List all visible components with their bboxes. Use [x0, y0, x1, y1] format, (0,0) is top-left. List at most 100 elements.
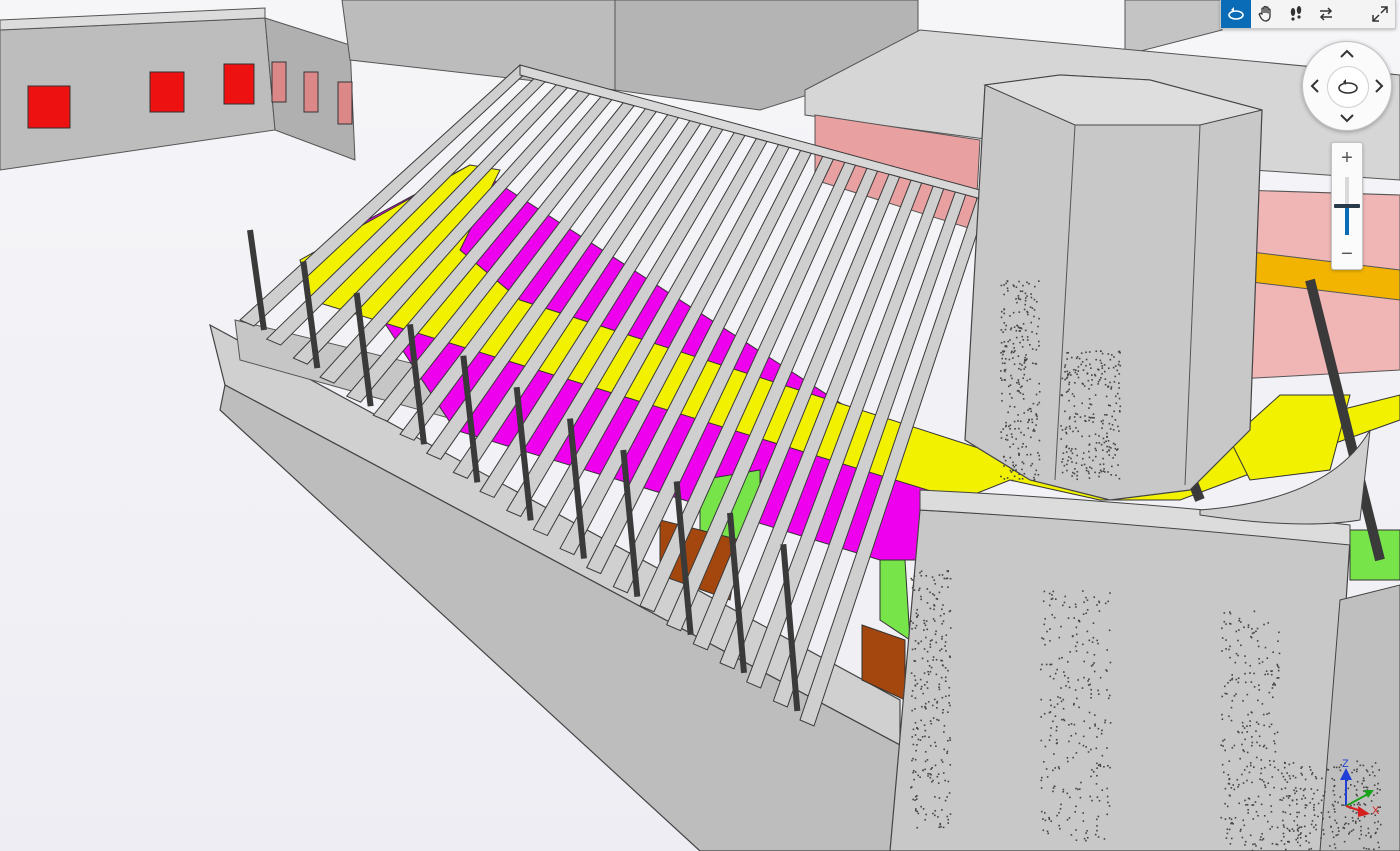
point-cloud-dot: [1230, 837, 1233, 840]
point-cloud-dot: [1066, 358, 1068, 360]
point-cloud-dot: [1243, 626, 1245, 629]
point-cloud-dot: [1001, 379, 1003, 381]
point-cloud-dot: [1220, 816, 1223, 819]
point-cloud-dot: [1225, 648, 1227, 650]
point-cloud-dot: [1067, 390, 1069, 392]
point-cloud-dot: [1241, 836, 1244, 839]
point-cloud-dot: [1075, 650, 1078, 652]
point-cloud-dot: [1102, 463, 1105, 465]
point-cloud-dot: [1226, 828, 1229, 831]
point-cloud-dot: [1315, 828, 1317, 831]
point-cloud-dot: [1085, 351, 1087, 354]
point-cloud-dot: [1075, 752, 1078, 754]
walk-tool-button[interactable]: [1281, 0, 1311, 28]
nav-arrow-up-icon[interactable]: [1336, 43, 1358, 65]
point-cloud-dot: [1320, 799, 1323, 802]
point-cloud-dot: [1114, 395, 1117, 398]
octagonal-column[interactable]: [964, 74, 1263, 501]
point-cloud-dot: [1097, 689, 1099, 692]
point-cloud-dot: [1251, 781, 1253, 784]
3d-viewer[interactable]: + − Z X: [0, 0, 1400, 851]
point-cloud-dot: [1330, 826, 1332, 828]
nav-center-orbit[interactable]: [1327, 66, 1369, 108]
point-cloud-dot: [1087, 684, 1090, 686]
point-cloud-dot: [1229, 622, 1231, 625]
point-cloud-dot: [1093, 417, 1095, 419]
zoom-in-button[interactable]: +: [1332, 145, 1362, 171]
nav-arrow-down-icon[interactable]: [1336, 107, 1358, 129]
point-cloud-dot: [1071, 461, 1073, 463]
point-cloud-dot: [1114, 447, 1117, 450]
point-cloud-dot: [914, 648, 917, 650]
fullscreen-button[interactable]: [1365, 0, 1395, 28]
point-cloud-dot: [1007, 411, 1009, 414]
point-cloud-dot: [917, 642, 920, 644]
point-cloud-dot: [1241, 721, 1244, 724]
point-cloud-dot: [1253, 686, 1256, 688]
point-cloud-dot: [938, 591, 941, 594]
point-cloud-dot: [1095, 442, 1098, 444]
pan-tool-button[interactable]: [1251, 0, 1281, 28]
point-cloud-dot: [1042, 829, 1045, 832]
window-5: [303, 71, 319, 113]
pipe-green-2[interactable]: [879, 559, 911, 641]
nav-arrow-left-icon[interactable]: [1304, 75, 1326, 97]
model-viewport[interactable]: [0, 0, 1400, 851]
point-cloud-dot: [915, 749, 917, 752]
point-cloud-dot: [1030, 321, 1033, 324]
point-cloud-dot: [1062, 698, 1065, 701]
point-cloud-dot: [914, 771, 917, 773]
point-cloud-dot: [1069, 427, 1071, 430]
point-cloud-dot: [1098, 799, 1101, 802]
point-cloud-dot: [1027, 409, 1029, 411]
point-cloud-dot: [1296, 815, 1298, 818]
point-cloud-dot: [929, 591, 931, 594]
point-cloud-dot: [1073, 416, 1076, 418]
point-cloud-dot: [1065, 446, 1068, 449]
point-cloud-dot: [1091, 769, 1093, 771]
zoom-slider-handle[interactable]: [1334, 204, 1360, 208]
point-cloud-dot: [1033, 428, 1035, 431]
point-cloud-dot: [938, 826, 941, 829]
point-cloud-dot: [927, 670, 929, 673]
point-cloud-dot: [1309, 832, 1311, 835]
point-cloud-dot: [1299, 826, 1301, 829]
point-cloud-dot: [1025, 445, 1028, 448]
point-cloud-dot: [912, 728, 915, 731]
point-cloud-dot: [1101, 372, 1103, 375]
point-cloud-dot: [1003, 322, 1006, 324]
point-cloud-dot: [1026, 281, 1028, 284]
point-cloud-dot: [1288, 795, 1290, 797]
point-cloud-dot: [1040, 779, 1043, 782]
point-cloud-dot: [938, 686, 940, 689]
point-cloud-dot: [1069, 416, 1071, 418]
point-cloud-dot: [1044, 618, 1047, 620]
orbit-tool-button[interactable]: [1221, 0, 1251, 28]
point-cloud-dot: [1040, 668, 1042, 671]
point-cloud-dot: [1017, 295, 1020, 297]
point-cloud-dot: [1094, 723, 1096, 726]
point-cloud-dot: [918, 589, 920, 592]
point-cloud-dot: [1309, 769, 1312, 771]
nav-arrow-right-icon[interactable]: [1368, 75, 1390, 97]
point-cloud-dot: [1008, 385, 1010, 388]
point-cloud-dot: [1067, 680, 1070, 683]
curved-wall-front[interactable]: [889, 509, 1351, 851]
zoom-slider-track[interactable]: [1334, 177, 1360, 235]
point-cloud-dot: [1002, 350, 1004, 352]
point-cloud-dot: [1098, 601, 1101, 604]
point-cloud-dot: [1000, 475, 1002, 478]
point-cloud-dot: [1090, 748, 1092, 751]
point-cloud-dot: [945, 577, 948, 580]
point-cloud-dot: [1294, 787, 1297, 789]
point-cloud-dot: [1360, 829, 1362, 832]
point-cloud-dot: [1042, 638, 1045, 640]
zoom-out-button[interactable]: −: [1332, 241, 1362, 267]
point-cloud-dot: [1011, 397, 1013, 399]
point-cloud-dot: [1077, 788, 1079, 791]
point-cloud-dot: [1017, 355, 1020, 358]
point-cloud-dot: [1370, 835, 1372, 837]
point-cloud-dot: [919, 678, 922, 681]
point-cloud-dot: [1293, 789, 1295, 792]
swap-tool-button[interactable]: [1311, 0, 1341, 28]
